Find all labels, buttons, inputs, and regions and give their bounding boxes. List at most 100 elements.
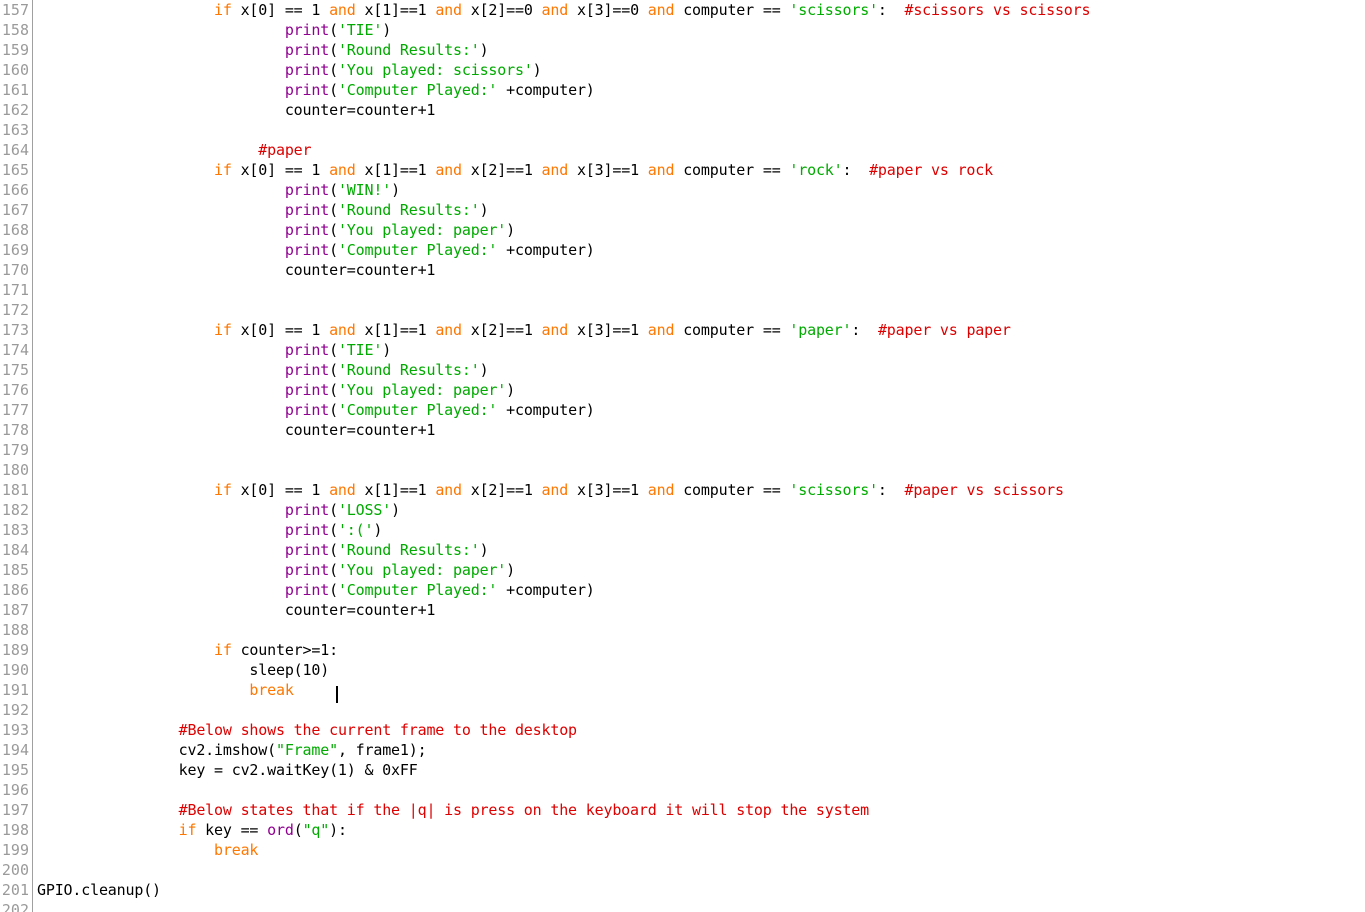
code-line[interactable]: print('TIE')	[37, 20, 1365, 40]
code-token-bi: print	[284, 21, 330, 39]
code-line[interactable]: print('TIE')	[37, 340, 1365, 360]
code-line[interactable]: cv2.imshow("Frame", frame1);	[37, 740, 1365, 760]
code-editor[interactable]: 157 158 159 160 161 162 163 164 165 166 167 168 169 1…	[0, 0, 1365, 912]
line-number: 179	[1, 441, 29, 459]
code-line[interactable]: #Below shows the current frame to the de…	[37, 720, 1365, 740]
text-caret	[336, 686, 338, 703]
code-token-pl: x[2]==1	[461, 321, 542, 339]
code-line[interactable]: if x[0] == 1 and x[1]==1 and x[2]==1 and…	[37, 160, 1365, 180]
code-line[interactable]: print('You played: paper')	[37, 380, 1365, 400]
code-line[interactable]	[37, 460, 1365, 480]
code-token-pl: computer ==	[674, 481, 790, 499]
code-line[interactable]: print('Computer Played:' +computer)	[37, 580, 1365, 600]
code-token-pl: +computer)	[497, 581, 595, 599]
code-line[interactable]: print('Round Results:')	[37, 40, 1365, 60]
code-token-pl: ):	[329, 821, 347, 839]
code-token-pl: )	[382, 21, 392, 39]
code-line[interactable]	[37, 620, 1365, 640]
line-number: 189	[1, 641, 29, 659]
code-line[interactable]: #paper	[37, 140, 1365, 160]
code-token-pl: x[3]==1	[568, 321, 648, 339]
code-token-kw: and	[541, 481, 569, 499]
code-token-pl: )	[391, 181, 400, 199]
code-line[interactable]: print('WIN!')	[37, 180, 1365, 200]
code-token-pl: (	[329, 61, 338, 79]
code-token-str: ':('	[337, 521, 374, 539]
code-token-cmt: #scissors vs scissors	[904, 1, 1091, 19]
code-line[interactable]	[37, 700, 1365, 720]
code-token-pl: (	[329, 21, 338, 39]
line-number: 184	[1, 541, 29, 559]
code-token-pl: x[0] == 1	[231, 161, 330, 179]
code-line[interactable]: print('You played: scissors')	[37, 60, 1365, 80]
code-token-bi: print	[284, 181, 330, 199]
code-line[interactable]: print('Round Results:')	[37, 360, 1365, 380]
code-token-pl: )	[391, 501, 400, 519]
code-line[interactable]: print('You played: paper')	[37, 220, 1365, 240]
code-token-pl: )	[382, 341, 392, 359]
code-line[interactable]: counter=counter+1	[37, 260, 1365, 280]
code-line[interactable]	[37, 280, 1365, 300]
line-number: 164	[1, 141, 29, 159]
code-line[interactable]: print('You played: paper')	[37, 560, 1365, 580]
code-line[interactable]: print('Computer Played:' +computer)	[37, 240, 1365, 260]
code-line[interactable]: sleep(10)	[37, 660, 1365, 680]
line-number: 195	[1, 761, 29, 779]
code-line[interactable]: counter=counter+1	[37, 100, 1365, 120]
code-line[interactable]: print('Computer Played:' +computer)	[37, 400, 1365, 420]
code-line[interactable]: #Below states that if the |q| is press o…	[37, 800, 1365, 820]
code-line[interactable]: break	[37, 840, 1365, 860]
code-line[interactable]: if x[0] == 1 and x[1]==1 and x[2]==0 and…	[37, 0, 1365, 20]
code-line[interactable]	[37, 780, 1365, 800]
code-token-pl: (	[329, 521, 338, 539]
code-line[interactable]	[37, 860, 1365, 880]
code-token-kw: and	[435, 321, 462, 339]
code-line[interactable]: print('LOSS')	[37, 500, 1365, 520]
code-line[interactable]: break	[37, 680, 1365, 700]
code-token-bi: ord	[267, 821, 294, 839]
code-token-kw: and	[541, 321, 569, 339]
code-line[interactable]: if x[0] == 1 and x[1]==1 and x[2]==1 and…	[37, 320, 1365, 340]
code-token-cmt: #Below shows the current frame to the de…	[178, 721, 577, 739]
code-line[interactable]	[37, 120, 1365, 140]
code-text-area[interactable]: if x[0] == 1 and x[1]==1 and x[2]==0 and…	[37, 0, 1365, 912]
code-line[interactable]: print('Computer Played:' +computer)	[37, 80, 1365, 100]
code-line[interactable]	[37, 440, 1365, 460]
code-line[interactable]	[37, 300, 1365, 320]
code-token-kw: and	[435, 481, 462, 499]
code-token-str: 'paper'	[789, 321, 852, 339]
code-token-pl: GPIO.cleanup()	[37, 881, 161, 899]
line-number: 169	[1, 241, 29, 259]
code-token-pl: x[1]==1	[355, 321, 436, 339]
code-line[interactable]: key = cv2.waitKey(1) & 0xFF	[37, 760, 1365, 780]
code-token-pl: x[3]==0	[568, 1, 648, 19]
code-token-bi: print	[284, 581, 330, 599]
code-line[interactable]: print(':(')	[37, 520, 1365, 540]
code-token-kw: if	[214, 1, 232, 19]
code-line[interactable]	[37, 900, 1365, 912]
code-line[interactable]: print('Round Results:')	[37, 540, 1365, 560]
line-number: 187	[1, 601, 29, 619]
line-number: 186	[1, 581, 29, 599]
code-token-str: 'LOSS'	[337, 501, 392, 519]
code-token-pl: (	[329, 401, 338, 419]
code-token-bi: print	[284, 41, 330, 59]
code-line[interactable]: if counter>=1:	[37, 640, 1365, 660]
line-number-gutter: 157 158 159 160 161 162 163 164 165 166 167 168 169 1…	[0, 0, 33, 912]
code-line[interactable]: if key == ord("q"):	[37, 820, 1365, 840]
line-number: 171	[1, 281, 29, 299]
code-line[interactable]: if x[0] == 1 and x[1]==1 and x[2]==1 and…	[37, 480, 1365, 500]
code-token-pl: counter>=1:	[231, 641, 339, 659]
code-line[interactable]: counter=counter+1	[37, 420, 1365, 440]
line-number: 188	[1, 621, 29, 639]
code-line[interactable]: counter=counter+1	[37, 600, 1365, 620]
code-token-kw: break	[249, 681, 294, 699]
code-line[interactable]: GPIO.cleanup()	[37, 880, 1365, 900]
code-line[interactable]: print('Round Results:')	[37, 200, 1365, 220]
